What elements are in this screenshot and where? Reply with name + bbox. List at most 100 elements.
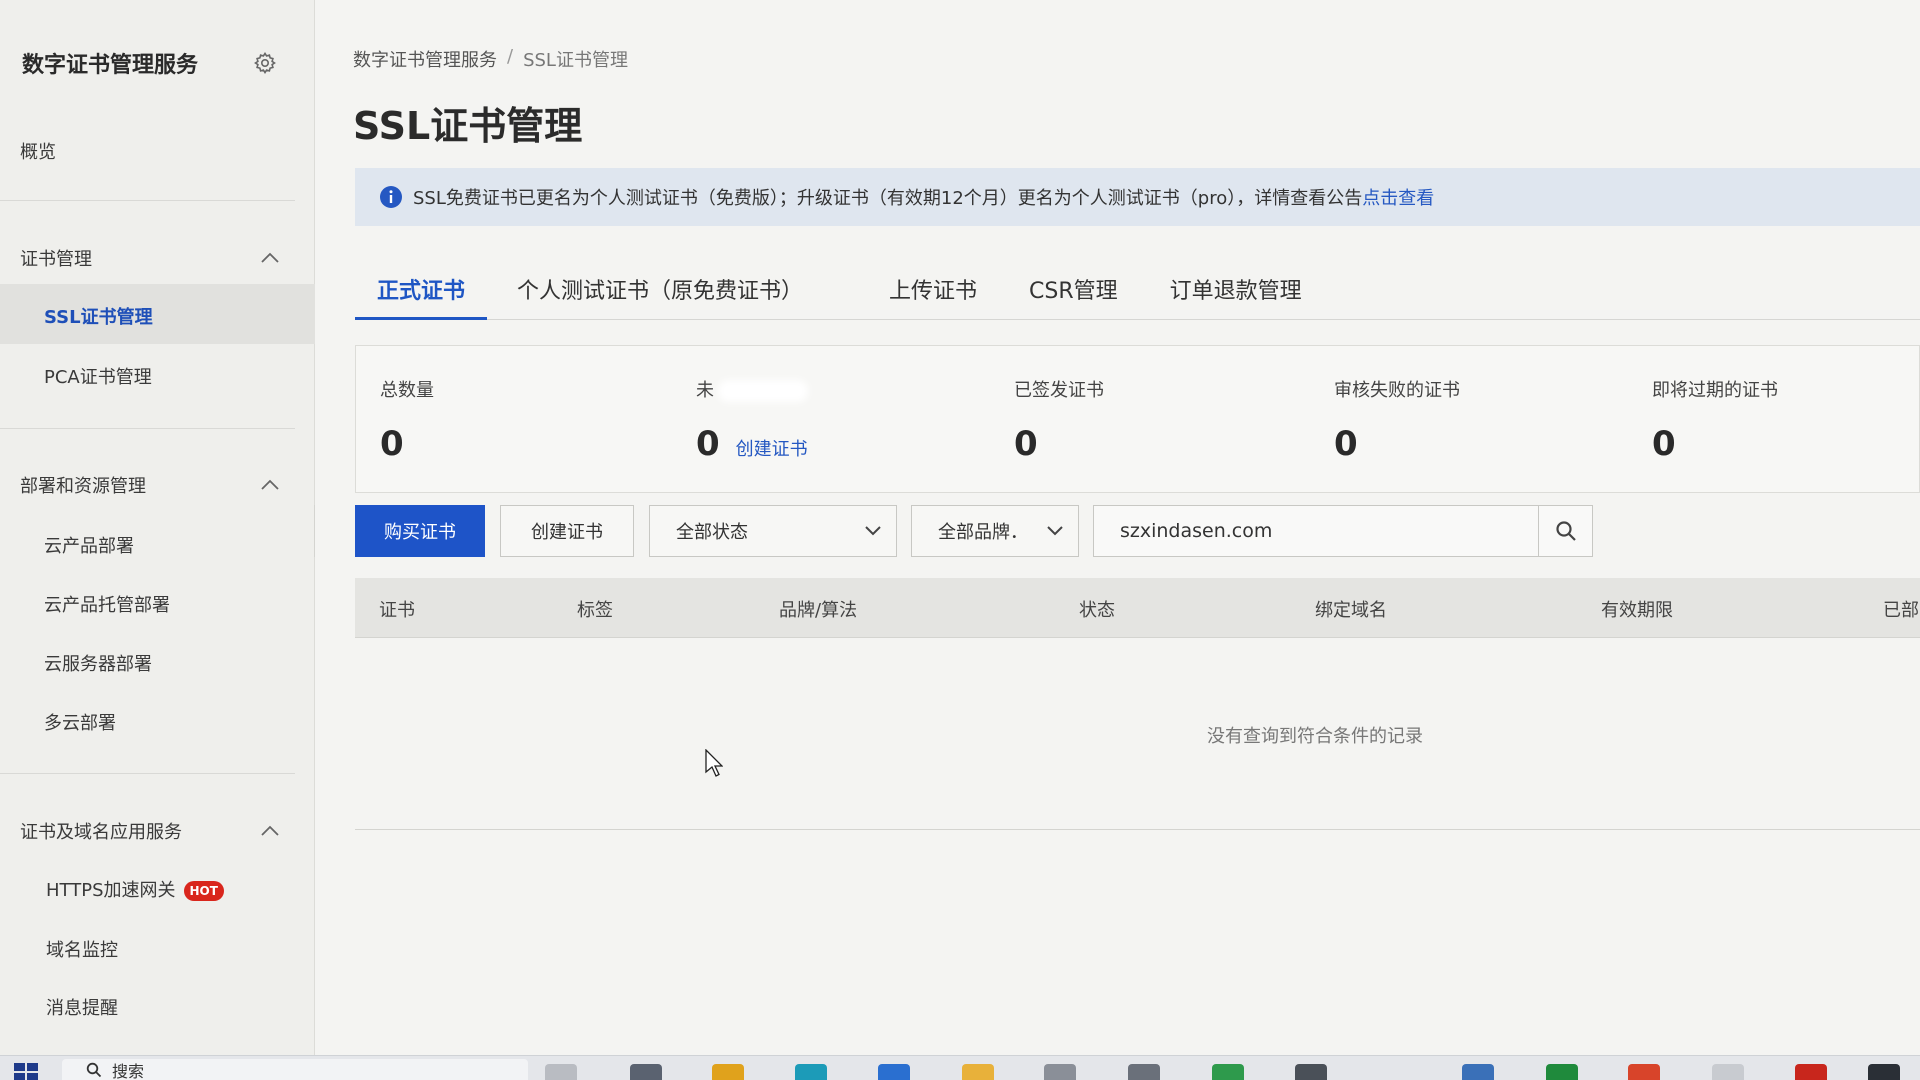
chevron-up-icon (261, 479, 279, 490)
notice-link[interactable]: 点击查看 (1362, 184, 1434, 210)
stat-value: 0 (696, 424, 720, 464)
taskbar-app-icon[interactable] (1628, 1064, 1660, 1080)
taskbar-app-icon[interactable] (1295, 1064, 1327, 1080)
notice-banner: SSL免费证书已更名为个人测试证书（免费版）；升级证书（有效期12个月）更名为个… (355, 168, 1920, 226)
main-content: 数字证书管理服务 / SSL证书管理 SSL证书管理 SSL免费证书已更名为个人… (315, 0, 1920, 1055)
chevron-down-icon (865, 526, 881, 536)
breadcrumb-separator: / (507, 46, 514, 67)
sidebar-item-multicloud-deploy[interactable]: 多云部署 (44, 709, 116, 735)
taskbar-app-icon[interactable] (795, 1064, 827, 1080)
column-header-deployed: 已部 (1883, 600, 1919, 621)
taskbar-app-icon[interactable] (1212, 1064, 1244, 1080)
notice-text: SSL免费证书已更名为个人测试证书（免费版）；升级证书（有效期12个月）更名为个… (413, 188, 1363, 209)
search-button[interactable] (1538, 506, 1592, 556)
create-cert-button[interactable]: 创建证书 (500, 505, 634, 557)
taskbar: 搜索 (0, 1055, 1920, 1080)
breadcrumb: 数字证书管理服务 / SSL证书管理 (353, 46, 628, 72)
taskbar-app-icon[interactable] (712, 1064, 744, 1080)
stat-label: 总数量 (380, 380, 434, 401)
search-icon (1555, 521, 1576, 541)
empty-message: 没有查询到符合条件的记录 (1207, 726, 1423, 747)
blurred-text (718, 380, 808, 402)
column-header-validity: 有效期限 (1601, 600, 1673, 621)
taskbar-app-icon[interactable] (1868, 1064, 1900, 1080)
sidebar-group-app-services[interactable]: 证书及域名应用服务 (20, 818, 280, 844)
breadcrumb-root[interactable]: 数字证书管理服务 (353, 46, 497, 72)
chevron-down-icon (1047, 526, 1063, 536)
tab-personal-test-certs[interactable]: 个人测试证书（原免费证书） (495, 273, 825, 319)
sidebar: 数字证书管理服务 概览 证书管理 SSL证书管理 PCA证书管理 部署和资源管理… (0, 0, 315, 1055)
divider (0, 428, 295, 429)
column-header-status: 状态 (1079, 600, 1115, 621)
tab-formal-certs[interactable]: 正式证书 (355, 273, 488, 320)
windows-start-icon[interactable] (14, 1063, 38, 1080)
stat-value: 0 (1014, 424, 1038, 464)
stat-value: 0 (1334, 424, 1358, 464)
search-input[interactable] (1094, 506, 1538, 556)
sidebar-group-label: 证书及域名应用服务 (20, 822, 182, 843)
sidebar-item-pca-cert[interactable]: PCA证书管理 (44, 363, 152, 389)
sidebar-item-domain-monitor[interactable]: 域名监控 (46, 936, 118, 962)
sidebar-item-overview[interactable]: 概览 (20, 138, 56, 164)
sidebar-group-label: 部署和资源管理 (20, 476, 146, 497)
sidebar-item-cloud-deploy[interactable]: 云产品部署 (44, 532, 134, 558)
taskbar-app-icon[interactable] (1044, 1064, 1076, 1080)
brand-select[interactable]: 全部品牌． (911, 505, 1079, 557)
sidebar-group-cert-management[interactable]: 证书管理 (20, 245, 280, 271)
brand-select-value: 全部品牌． (938, 522, 1028, 543)
sidebar-group-label: 证书管理 (20, 249, 92, 270)
gear-icon[interactable] (253, 51, 277, 75)
table-bottom-border (355, 829, 1920, 830)
divider (0, 773, 295, 774)
divider (0, 200, 295, 201)
tab-refund-management[interactable]: 订单退款管理 (1148, 273, 1324, 319)
info-icon (380, 186, 402, 208)
sidebar-group-deploy[interactable]: 部署和资源管理 (20, 472, 280, 498)
search-box (1093, 505, 1593, 557)
taskbar-app-icon[interactable] (962, 1064, 994, 1080)
stats-panel: 总数量 0 未 0 创建证书 已签发证书 0 审核失败的证书 0 即将过期的证书… (355, 345, 1920, 493)
taskbar-search[interactable]: 搜索 (62, 1059, 528, 1080)
buy-cert-button[interactable]: 购买证书 (355, 505, 485, 557)
taskbar-app-icon[interactable] (630, 1064, 662, 1080)
stat-total: 总数量 0 (380, 376, 434, 464)
table-header: 证书 标签 品牌/算法 状态 绑定域名 有效期限 已部 (355, 578, 1920, 638)
taskbar-app-icon[interactable] (1128, 1064, 1160, 1080)
sidebar-item-hosted-deploy[interactable]: 云产品托管部署 (44, 591, 170, 617)
chevron-up-icon (261, 252, 279, 263)
tab-bar: 正式证书 个人测试证书（原免费证书） 上传证书 CSR管理 订单退款管理 (355, 258, 1920, 320)
column-header-tag: 标签 (577, 600, 613, 621)
stat-label: 即将过期的证书 (1652, 380, 1778, 401)
page-title: SSL证书管理 (353, 104, 583, 148)
breadcrumb-current: SSL证书管理 (523, 50, 628, 71)
sidebar-header: 数字证书管理服务 (22, 46, 277, 80)
chevron-up-icon (261, 825, 279, 836)
status-select[interactable]: 全部状态 (649, 505, 897, 557)
sidebar-item-ssl-cert[interactable]: SSL证书管理 (44, 303, 153, 329)
toolbar: 购买证书 创建证书 全部状态 全部品牌． (355, 505, 1920, 557)
tab-csr-management[interactable]: CSR管理 (1007, 273, 1140, 319)
create-cert-link[interactable]: 创建证书 (736, 435, 808, 461)
taskbar-app-icon[interactable] (1462, 1064, 1494, 1080)
taskbar-app-icon[interactable] (1712, 1064, 1744, 1080)
hot-badge: HOT (183, 881, 224, 901)
status-select-value: 全部状态 (676, 522, 748, 543)
sidebar-item-https-gateway[interactable]: HTTPS加速网关 HOT (46, 876, 224, 902)
stat-issued: 已签发证书 0 (1014, 376, 1104, 464)
taskbar-app-icon[interactable] (545, 1064, 577, 1080)
taskbar-app-icon[interactable] (1546, 1064, 1578, 1080)
stat-unused: 未 0 创建证书 (696, 376, 808, 464)
stat-expiring: 即将过期的证书 0 (1652, 376, 1778, 464)
stat-failed: 审核失败的证书 0 (1334, 376, 1460, 464)
stat-label: 未 (696, 380, 714, 401)
sidebar-title: 数字证书管理服务 (22, 53, 199, 78)
stat-label: 审核失败的证书 (1334, 380, 1460, 401)
taskbar-search-label: 搜索 (112, 1062, 145, 1080)
stat-value: 0 (1652, 424, 1676, 464)
taskbar-app-icon[interactable] (878, 1064, 910, 1080)
tab-upload-cert[interactable]: 上传证书 (867, 273, 999, 319)
sidebar-item-notifications[interactable]: 消息提醒 (46, 994, 118, 1020)
stat-value: 0 (380, 424, 404, 464)
sidebar-item-server-deploy[interactable]: 云服务器部署 (44, 650, 152, 676)
taskbar-app-icon[interactable] (1795, 1064, 1827, 1080)
